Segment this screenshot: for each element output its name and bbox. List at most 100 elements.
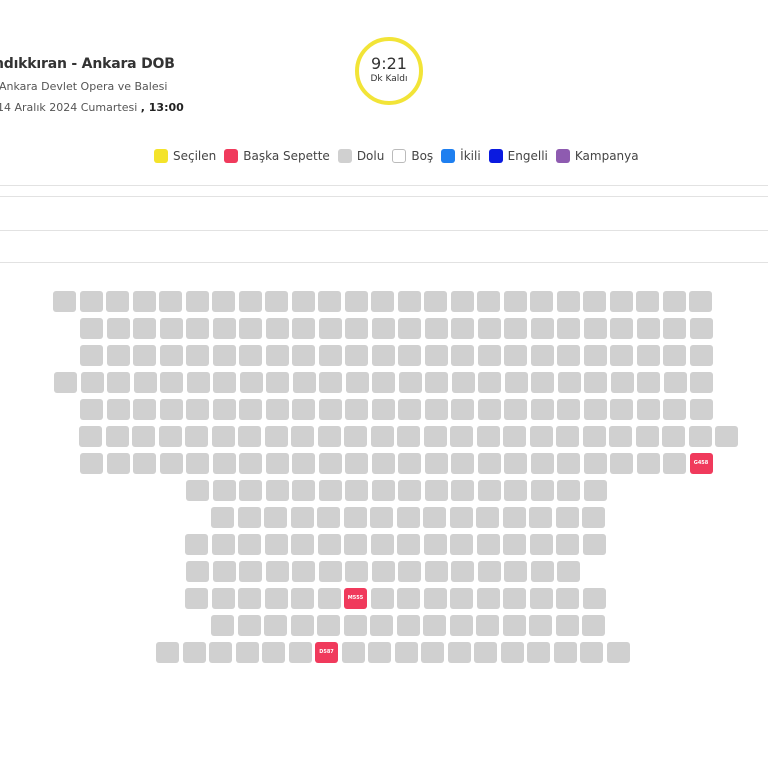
seat-occupied[interactable] <box>159 318 183 339</box>
seat-occupied[interactable] <box>264 615 287 636</box>
seat-occupied[interactable] <box>635 426 659 447</box>
seat-occupied[interactable] <box>397 426 420 447</box>
seat-occupied[interactable] <box>477 318 501 339</box>
seat-occupied[interactable] <box>371 291 394 312</box>
seat-occupied[interactable] <box>262 642 285 663</box>
seat-occupied[interactable] <box>186 453 209 474</box>
seat-occupied[interactable] <box>451 453 474 474</box>
seat-occupied[interactable] <box>394 642 418 663</box>
seat-occupied[interactable] <box>209 642 232 663</box>
seat-occupied[interactable] <box>343 507 367 528</box>
seat-occupied[interactable] <box>106 318 130 339</box>
seat-occupied[interactable] <box>689 399 713 420</box>
seat-occupied[interactable] <box>397 588 420 609</box>
seat-occupied[interactable] <box>265 399 289 420</box>
seat-occupied[interactable] <box>345 453 368 474</box>
seat-occupied[interactable] <box>212 345 236 366</box>
seat-occupied[interactable] <box>368 642 391 663</box>
seat-occupied[interactable] <box>610 345 633 366</box>
seat-occupied[interactable] <box>557 372 581 393</box>
seat-occupied[interactable] <box>212 561 236 582</box>
seat-occupied[interactable] <box>396 507 420 528</box>
seat-occupied[interactable] <box>451 561 474 582</box>
seat-occupied[interactable] <box>451 372 475 393</box>
seat-occupied[interactable] <box>398 399 421 420</box>
seat-occupied[interactable] <box>637 372 660 393</box>
seat-occupied[interactable] <box>423 507 446 528</box>
seat-occupied[interactable] <box>370 588 394 609</box>
seat-occupied[interactable] <box>80 345 103 366</box>
seat-occupied[interactable] <box>341 642 365 663</box>
seat-occupied[interactable] <box>291 426 314 447</box>
seat-occupied[interactable] <box>264 534 288 555</box>
seat-occupied[interactable] <box>424 453 448 474</box>
seat-occupied[interactable] <box>530 291 553 312</box>
seat-occupied[interactable] <box>555 615 579 636</box>
seat-occupied[interactable] <box>317 588 341 609</box>
seat-occupied[interactable] <box>530 480 554 501</box>
seat-occupied[interactable] <box>584 372 607 393</box>
seat-occupied[interactable] <box>182 642 206 663</box>
seat-occupied[interactable] <box>317 507 340 528</box>
seat-occupied[interactable] <box>318 453 342 474</box>
seat-occupied[interactable] <box>80 399 103 420</box>
seat-occupied[interactable] <box>106 399 130 420</box>
seat-occupied[interactable] <box>212 453 236 474</box>
seat-occupied[interactable] <box>425 372 448 393</box>
seat-occupied[interactable] <box>663 345 686 366</box>
seat-occupied[interactable] <box>610 453 633 474</box>
seat-occupied[interactable] <box>186 480 209 501</box>
seat-occupied[interactable] <box>291 291 315 312</box>
seat-occupied[interactable] <box>582 615 605 636</box>
seat-occupied[interactable] <box>557 453 580 474</box>
seat-occupied[interactable] <box>80 372 104 393</box>
seat-occupied[interactable] <box>398 561 421 582</box>
seat-occupied[interactable] <box>133 318 156 339</box>
seat-occupied[interactable] <box>476 615 499 636</box>
seat-occupied[interactable] <box>423 615 446 636</box>
seat-occupied[interactable] <box>398 480 421 501</box>
seat-occupied[interactable] <box>504 453 527 474</box>
seat-occupied[interactable] <box>424 291 447 312</box>
seat-occupied[interactable] <box>344 426 367 447</box>
seat-occupied[interactable] <box>265 291 288 312</box>
seat-occupied[interactable] <box>398 345 421 366</box>
seat-occupied[interactable] <box>689 318 713 339</box>
seat-occupied[interactable] <box>476 534 500 555</box>
seat-occupied[interactable] <box>527 642 550 663</box>
seat-occupied[interactable] <box>156 642 179 663</box>
seat-occupied[interactable] <box>450 291 474 312</box>
seat-occupied[interactable] <box>715 426 738 447</box>
seat-occupied[interactable] <box>159 399 183 420</box>
seat-occupied[interactable] <box>370 507 393 528</box>
seat-occupied[interactable] <box>423 534 447 555</box>
seat-occupied[interactable] <box>424 399 448 420</box>
seat-occupied[interactable] <box>662 426 685 447</box>
seat-occupied[interactable] <box>211 588 235 609</box>
seat-occupied[interactable] <box>288 642 312 663</box>
seat-occupied[interactable] <box>371 318 395 339</box>
seat-occupied[interactable] <box>636 291 659 312</box>
seat-occupied[interactable] <box>477 291 500 312</box>
seat-occupied[interactable] <box>529 615 552 636</box>
seat-occupied[interactable] <box>477 561 501 582</box>
seat-occupied[interactable] <box>476 426 500 447</box>
seat-occupied[interactable] <box>237 615 261 636</box>
seat-occupied[interactable] <box>398 318 421 339</box>
seat-occupied[interactable] <box>424 345 448 366</box>
seat-occupied[interactable] <box>291 588 314 609</box>
seat-occupied[interactable] <box>504 561 527 582</box>
seat-occupied[interactable] <box>212 291 235 312</box>
seat-in-basket[interactable]: M555 <box>344 588 367 609</box>
seat-occupied[interactable] <box>318 480 342 501</box>
seat-occupied[interactable] <box>557 480 580 501</box>
seat-occupied[interactable] <box>186 318 209 339</box>
seat-occupied[interactable] <box>318 291 341 312</box>
seat-occupied[interactable] <box>185 588 208 609</box>
seat-occupied[interactable] <box>556 534 579 555</box>
seat-occupied[interactable] <box>290 615 314 636</box>
seat-occupied[interactable] <box>478 372 501 393</box>
seat-occupied[interactable] <box>396 615 420 636</box>
seat-occupied[interactable] <box>636 345 660 366</box>
seat-occupied[interactable] <box>344 291 368 312</box>
